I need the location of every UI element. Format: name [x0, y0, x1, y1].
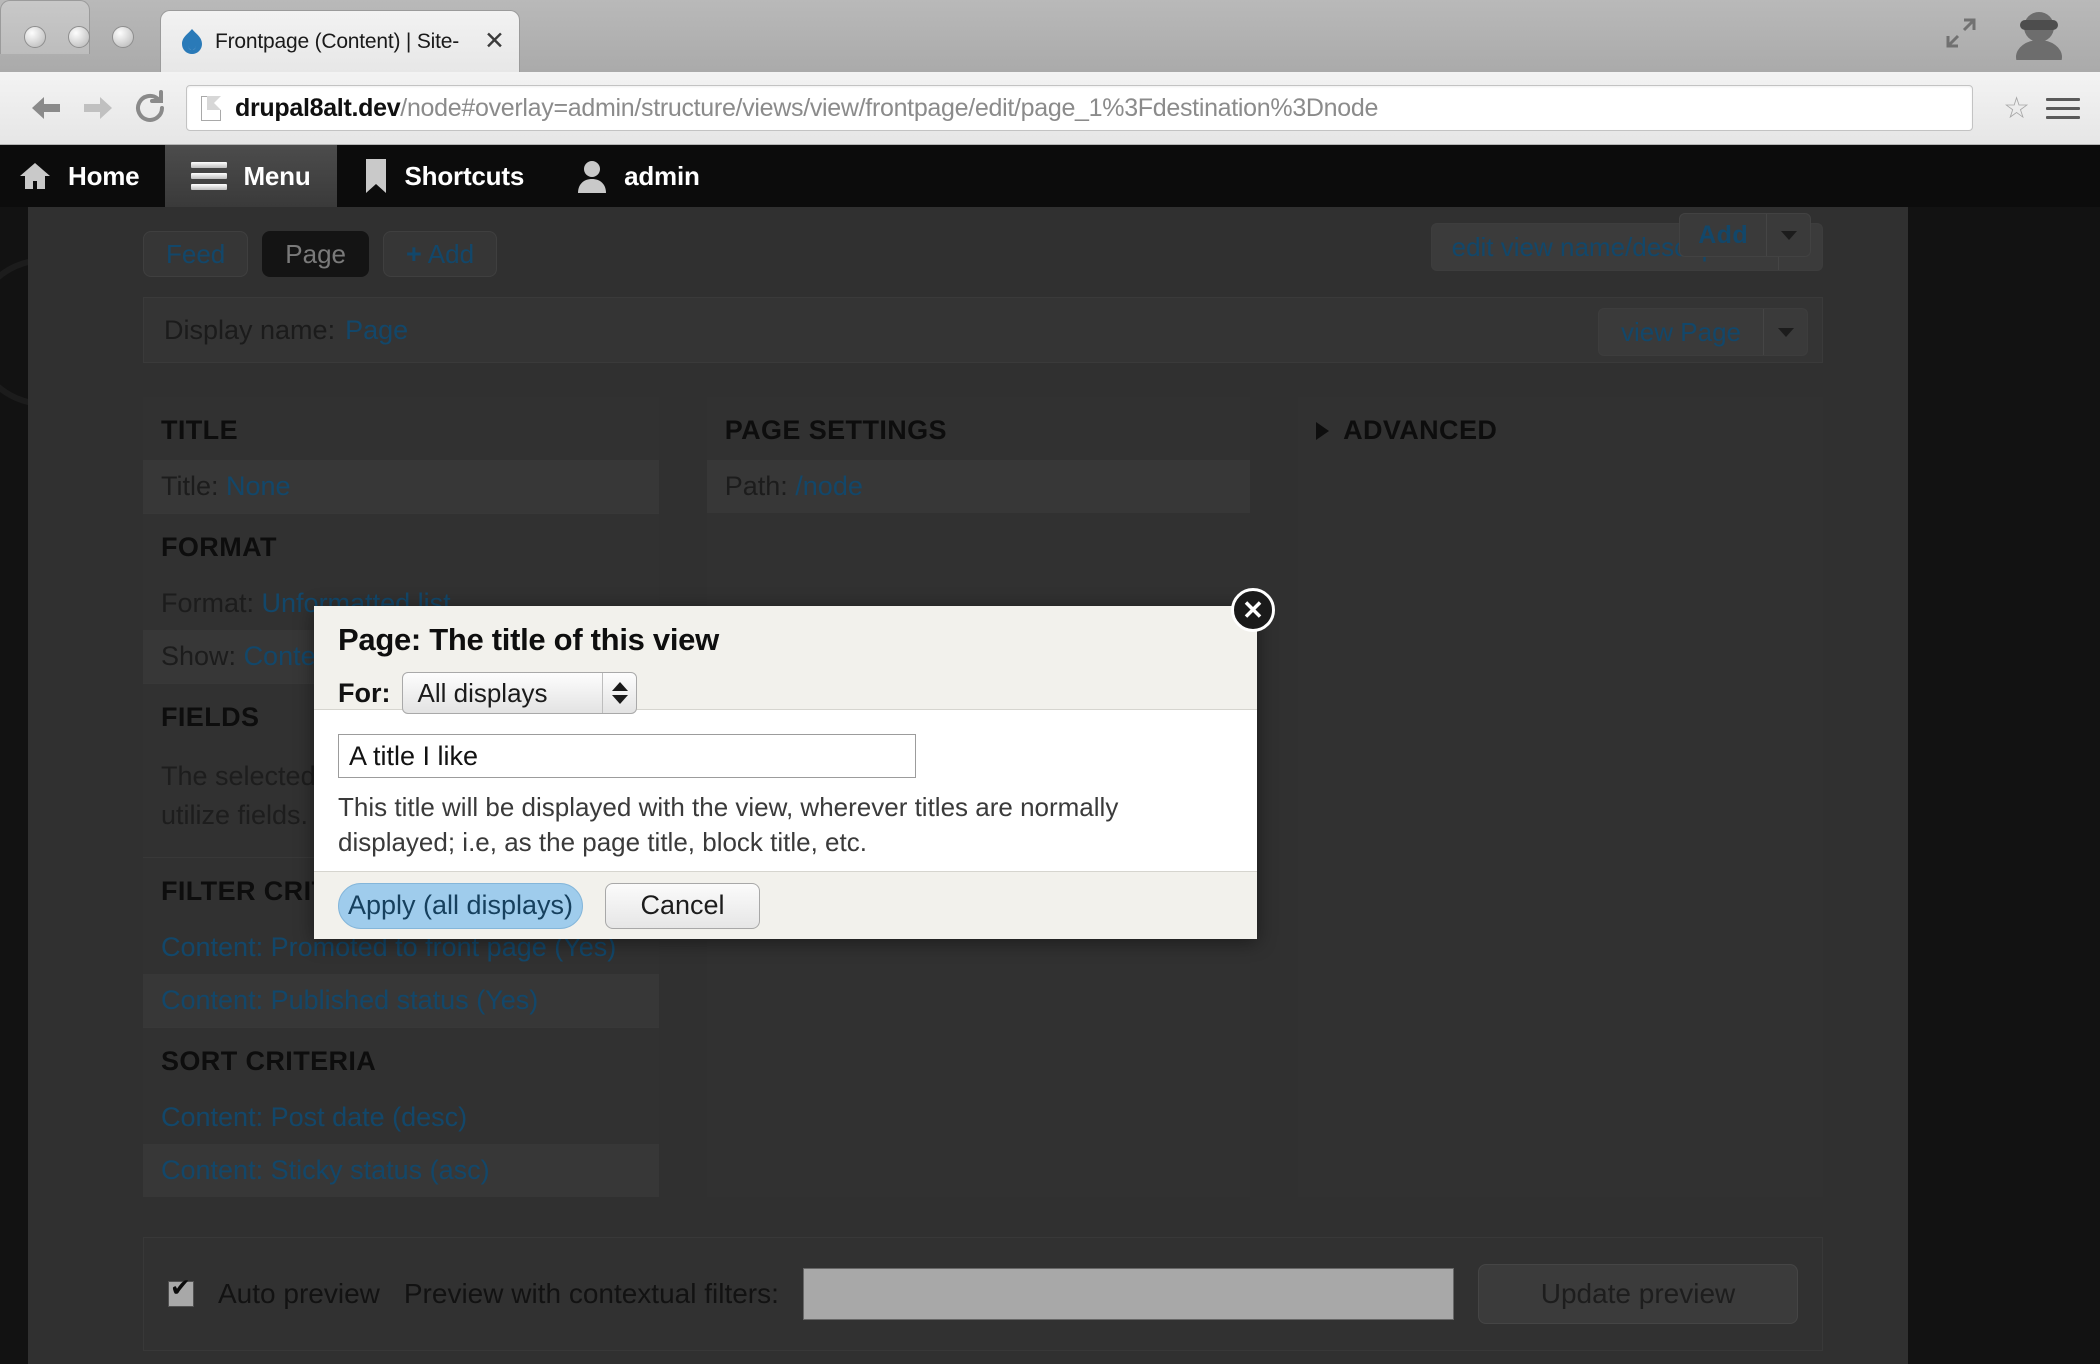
bookmark-icon	[363, 158, 389, 194]
hamburger-icon	[191, 157, 227, 195]
toolbar-item-admin-label: admin	[624, 161, 700, 192]
title-description: This title will be displayed with the vi…	[338, 790, 1228, 860]
close-icon[interactable]: ✕	[484, 29, 505, 54]
url-text: drupal8alt.dev/node#overlay=admin/struct…	[235, 94, 1378, 123]
bookmark-star-icon[interactable]: ☆	[2003, 91, 2030, 126]
tab-strip: Frontpage (Content) | Site- ✕	[0, 0, 2100, 72]
avatar[interactable]	[2008, 10, 2070, 60]
toolbar-item-home[interactable]: Home	[0, 145, 165, 207]
url-bar[interactable]: drupal8alt.dev/node#overlay=admin/struct…	[186, 85, 1973, 131]
url-host: drupal8alt.dev	[235, 94, 400, 122]
for-select[interactable]: All displays	[402, 672, 637, 714]
modal-for-row: For: All displays	[338, 672, 1233, 714]
browser-menu-icon[interactable]	[2046, 92, 2080, 125]
url-path: /node#overlay=admin/structure/views/view…	[400, 94, 1378, 122]
back-arrow-icon[interactable]	[20, 82, 72, 134]
browser-nav-bar: drupal8alt.dev/node#overlay=admin/struct…	[0, 72, 2100, 145]
reload-icon[interactable]	[124, 82, 176, 134]
page-body: out Ho S Feed Page + Add edit view name/…	[0, 207, 2100, 1364]
window-minimize-button[interactable]	[68, 26, 90, 48]
select-stepper-icon[interactable]	[602, 673, 636, 713]
modal-header: Page: The title of this view For: All di…	[314, 606, 1257, 710]
for-label: For:	[338, 678, 390, 709]
cancel-button[interactable]: Cancel	[605, 883, 760, 929]
browser-chrome: Frontpage (Content) | Site- ✕	[0, 0, 2100, 145]
close-icon[interactable]: ✕	[1231, 588, 1275, 632]
window-controls[interactable]	[24, 26, 134, 48]
views-title-modal: ✕ Page: The title of this view For: All …	[314, 606, 1257, 939]
user-icon	[576, 159, 608, 193]
apply-button[interactable]: Apply (all displays)	[338, 883, 583, 929]
drupal-droplet-icon	[179, 28, 205, 56]
modal-title: Page: The title of this view	[338, 622, 1233, 658]
title-input[interactable]	[338, 734, 916, 778]
modal-body: This title will be displayed with the vi…	[314, 710, 1257, 885]
admin-toolbar: Home Menu Shortcuts admin	[0, 145, 2100, 207]
for-select-value: All displays	[403, 678, 547, 709]
toolbar-item-home-label: Home	[68, 161, 139, 192]
window-maximize-button[interactable]	[112, 26, 134, 48]
toolbar-item-shortcuts-label: Shortcuts	[405, 161, 525, 192]
browser-tab-active[interactable]: Frontpage (Content) | Site- ✕	[160, 10, 520, 72]
toolbar-item-menu[interactable]: Menu	[165, 145, 336, 207]
modal-footer: Apply (all displays) Cancel	[314, 871, 1257, 939]
fullscreen-icon[interactable]	[1944, 16, 1978, 50]
toolbar-item-admin[interactable]: admin	[550, 145, 726, 207]
home-icon	[18, 161, 52, 191]
window-close-button[interactable]	[24, 26, 46, 48]
forward-arrow-icon[interactable]	[72, 82, 124, 134]
page-document-icon	[201, 96, 221, 121]
browser-tab-title: Frontpage (Content) | Site-	[215, 30, 476, 54]
toolbar-item-menu-label: Menu	[243, 161, 310, 192]
toolbar-item-shortcuts[interactable]: Shortcuts	[337, 145, 551, 207]
